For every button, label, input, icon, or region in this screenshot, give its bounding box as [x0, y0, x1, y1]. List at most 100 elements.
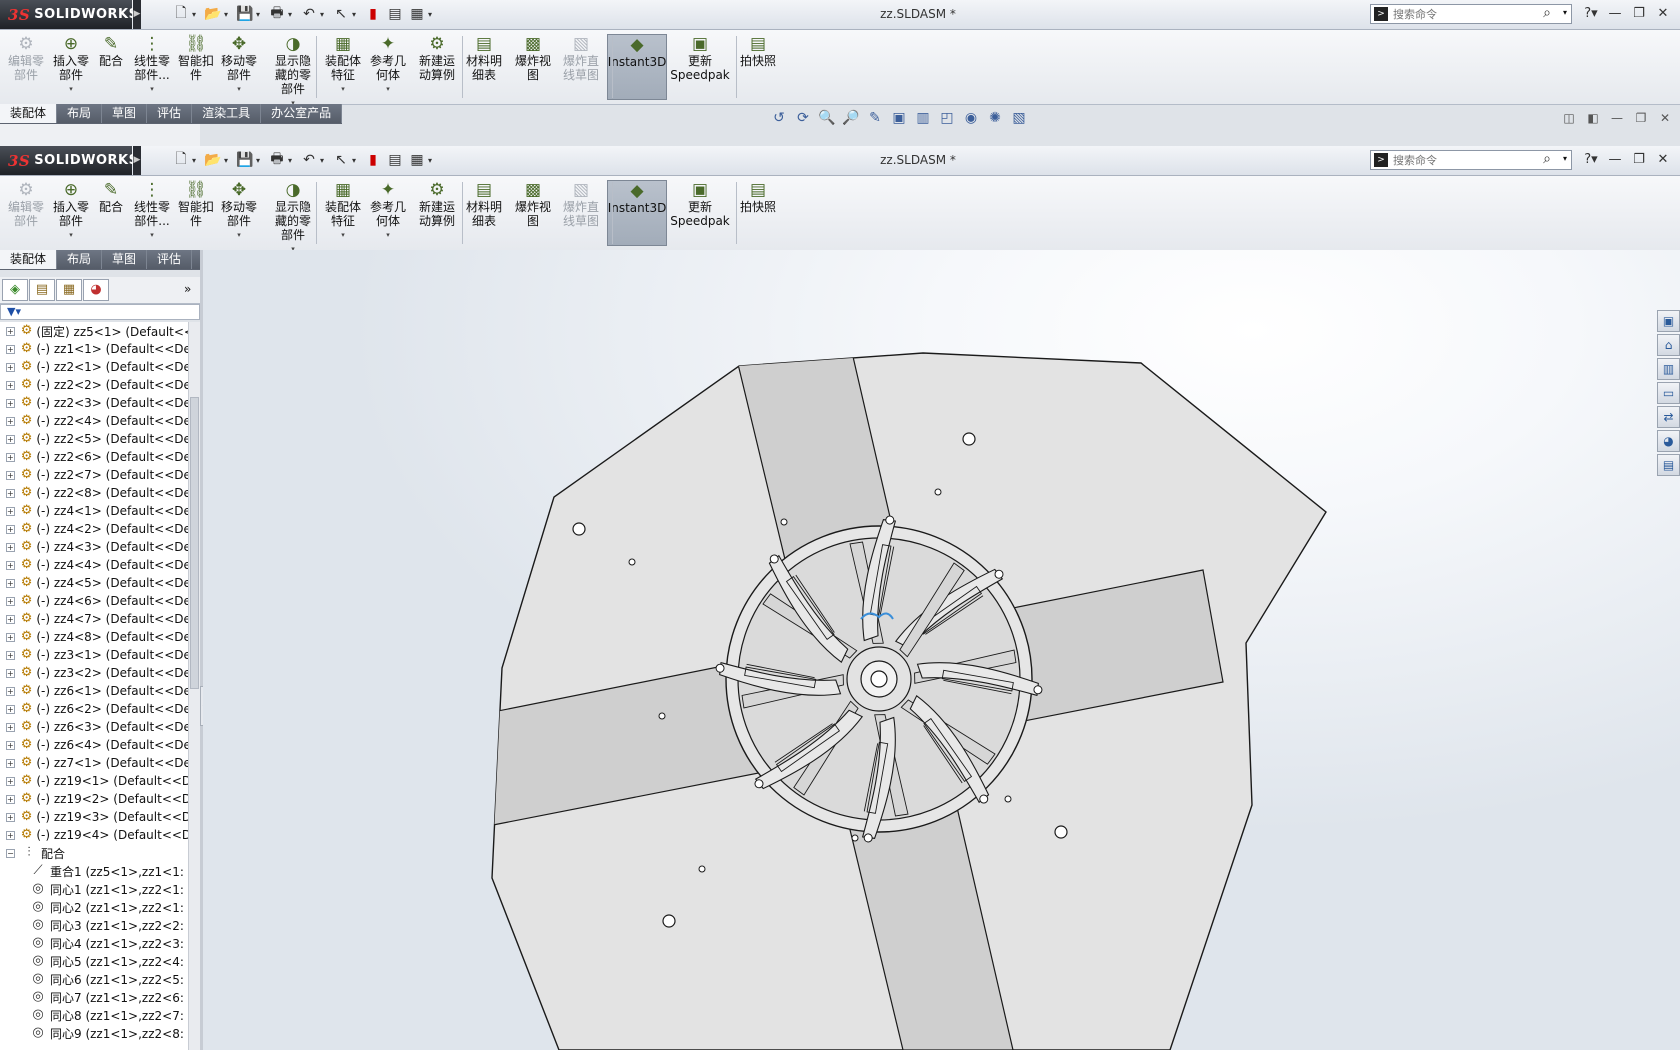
expand-icon[interactable]: + [6, 704, 15, 714]
minimize-icon[interactable]: — [1604, 4, 1626, 24]
zoom-to-fit-icon[interactable]: 🔍 [816, 109, 838, 127]
undo-icon[interactable]: ↶ [298, 150, 320, 170]
tree-item-component[interactable]: + ⚙ (-) zz4<6> (Default<<De [0, 592, 188, 610]
tree-item-component[interactable]: + ⚙ (-) zz2<6> (Default<<De [0, 448, 188, 466]
tree-item-mate[interactable]: ◎ 同心1 (zz1<1>,zz2<1: [0, 880, 188, 898]
tree-item-component[interactable]: + ⚙ (-) zz2<2> (Default<<De [0, 376, 188, 394]
tab-evaluate[interactable]: 评估 [147, 250, 193, 269]
collapse-icon[interactable]: − [6, 848, 15, 858]
expand-icon[interactable]: + [6, 776, 15, 786]
search-input[interactable] [1393, 152, 1543, 168]
split-view-icon[interactable]: ◫ [1559, 110, 1579, 126]
search-input[interactable] [1393, 6, 1543, 22]
rebuild-icon[interactable]: ▮ [362, 150, 384, 170]
tree-item-component[interactable]: + ⚙ (-) zz2<3> (Default<<De [0, 394, 188, 412]
ribbon-button-6[interactable]: ◑ 显示隐 藏的零 部件 ▾ [270, 180, 316, 253]
tab-assembly[interactable]: 装配体 [0, 104, 58, 123]
scrollbar-thumb[interactable] [190, 397, 199, 689]
search-box[interactable]: > ⌕ ▾ [1370, 150, 1572, 170]
property-manager-tab-icon[interactable]: ▤ [29, 279, 55, 301]
restore-icon[interactable]: ❐ [1628, 150, 1650, 170]
tab-sketch[interactable]: 草图 [102, 104, 148, 123]
expand-icon[interactable]: + [6, 434, 15, 444]
dropdown-arrow-icon[interactable]: ▾ [386, 82, 390, 96]
expand-icon[interactable]: + [6, 560, 15, 570]
restore-icon[interactable]: ❐ [1628, 4, 1650, 24]
section-view-icon[interactable]: ✎ [864, 109, 886, 127]
help-icon[interactable]: ?▾ [1580, 150, 1602, 170]
save-icon[interactable]: 💾 [234, 150, 256, 170]
tree-item-mate[interactable]: ◎ 同心9 (zz1<1>,zz2<8: [0, 1024, 188, 1042]
ribbon-button-0[interactable]: ⚙ 编辑零 部件 [4, 34, 48, 100]
search-icon[interactable]: ⌕ [1543, 151, 1551, 167]
expand-icon[interactable]: + [6, 722, 15, 732]
ribbon-button-10[interactable]: ▤ 材料明 细表 [462, 180, 506, 246]
tree-item-component[interactable]: + ⚙ (-) zz4<4> (Default<<De [0, 556, 188, 574]
ribbon-button-5[interactable]: ✥ 移动零 部件 ▾ [216, 34, 262, 100]
tree-item-mate[interactable]: ⟋ 重合1 (zz5<1>,zz1<1: [0, 862, 188, 880]
expand-icon[interactable]: + [6, 578, 15, 588]
view-settings-icon[interactable]: ▧ [1008, 109, 1030, 127]
dropdown-arrow-icon[interactable]: ▾ [150, 228, 154, 242]
expand-icon[interactable]: + [6, 470, 15, 480]
dropdown-arrow-icon[interactable]: ▾ [237, 228, 241, 242]
tree-item-component[interactable]: + ⚙ (-) zz3<1> (Default<<De [0, 646, 188, 664]
new-icon[interactable]: 🗋 [170, 4, 192, 24]
tree-item-component[interactable]: + ⚙ (-) zz19<3> (Default<<D [0, 808, 188, 826]
ribbon-button-13[interactable]: ◆ Instant3D [607, 180, 667, 246]
tree-item-component[interactable]: + ⚙ (-) zz4<7> (Default<<De [0, 610, 188, 628]
featuremanager-tree-tab-icon[interactable]: ◈ [2, 279, 28, 301]
app-logo[interactable]: 3S SOLIDWORKS [0, 0, 138, 29]
expand-icon[interactable]: + [6, 362, 15, 372]
tab-render-tools[interactable]: 渲染工具 [192, 104, 262, 123]
open-icon[interactable]: 📂 [202, 4, 224, 24]
file-properties-icon[interactable]: ▤ [384, 150, 406, 170]
search-box[interactable]: > ⌕ ▾ [1370, 4, 1572, 24]
view-palette-icon[interactable]: ⇄ [1657, 406, 1680, 428]
tree-item-mate[interactable]: ◎ 同心5 (zz1<1>,zz2<4: [0, 952, 188, 970]
dropdown-arrow-icon[interactable]: ▾ [341, 228, 345, 242]
expand-icon[interactable]: + [6, 326, 15, 336]
tree-item-component[interactable]: + ⚙ (-) zz4<8> (Default<<De [0, 628, 188, 646]
tree-item-component[interactable]: + ⚙ (-) zz19<2> (Default<<D [0, 790, 188, 808]
design-library-icon[interactable]: ▥ [1657, 358, 1680, 380]
tab-assembly[interactable]: 装配体 [0, 250, 58, 269]
search-dropdown-icon[interactable]: ▾ [1563, 154, 1567, 163]
dropdown-arrow-icon[interactable]: ▾ [69, 228, 73, 242]
expand-icon[interactable]: + [6, 380, 15, 390]
ribbon-button-14[interactable]: ▣ 更新 Speedpak [667, 34, 733, 100]
file-properties-icon[interactable]: ▤ [384, 4, 406, 24]
tree-item-component[interactable]: + ⚙ (-) zz4<3> (Default<<De [0, 538, 188, 556]
ribbon-button-3[interactable]: ⋮ 线性零 部件... ▾ [128, 34, 176, 100]
tree-item-component[interactable]: + ⚙ (-) zz2<1> (Default<<De [0, 358, 188, 376]
menu-expand-arrow[interactable]: ▶ [133, 146, 141, 175]
file-explorer-icon[interactable]: ▭ [1657, 382, 1680, 404]
dropdown-arrow-icon[interactable]: ▾ [237, 82, 241, 96]
tree-item-mate[interactable]: ◎ 同心7 (zz1<1>,zz2<6: [0, 988, 188, 1006]
tree-item-component[interactable]: + ⚙ (-) zz2<4> (Default<<De [0, 412, 188, 430]
expand-icon[interactable]: + [6, 488, 15, 498]
ribbon-button-7[interactable]: ▦ 装配体 特征 ▾ [320, 180, 366, 246]
expand-icon[interactable]: + [6, 632, 15, 642]
tree-item-component[interactable]: + ⚙ (-) zz4<1> (Default<<De [0, 502, 188, 520]
ribbon-button-1[interactable]: ⊕ 插入零 部件 ▾ [50, 180, 92, 246]
ribbon-button-9[interactable]: ⚙ 新建运 动算例 [414, 180, 460, 246]
tab-evaluate[interactable]: 评估 [147, 104, 193, 123]
link-views-icon[interactable]: ◧ [1583, 110, 1603, 126]
ribbon-button-15[interactable]: ▤ 拍快照 [735, 180, 781, 246]
expand-icon[interactable]: + [6, 812, 15, 822]
tree-item-component[interactable]: + ⚙ (-) zz19<4> (Default<<D [0, 826, 188, 844]
new-icon[interactable]: 🗋 [170, 150, 192, 170]
help-icon[interactable]: ?▾ [1580, 4, 1602, 24]
ribbon-button-15[interactable]: ▤ 拍快照 [735, 34, 781, 100]
ribbon-button-1[interactable]: ⊕ 插入零 部件 ▾ [50, 34, 92, 100]
tree-item-component[interactable]: + ⚙ (-) zz6<1> (Default<<De [0, 682, 188, 700]
tree-item-component[interactable]: + ⚙ (固定) zz5<1> (Default<< [0, 322, 188, 340]
rotate-icon[interactable]: ⟳ [792, 109, 814, 127]
expand-icon[interactable]: + [6, 758, 15, 768]
tab-office-products[interactable]: 办公室产品 [261, 104, 343, 123]
custom-properties-icon[interactable]: ▤ [1657, 454, 1680, 476]
scene-icon[interactable]: ✺ [984, 109, 1006, 127]
rebuild-icon[interactable]: ▮ [362, 4, 384, 24]
graphics-area[interactable] [203, 250, 1680, 1050]
